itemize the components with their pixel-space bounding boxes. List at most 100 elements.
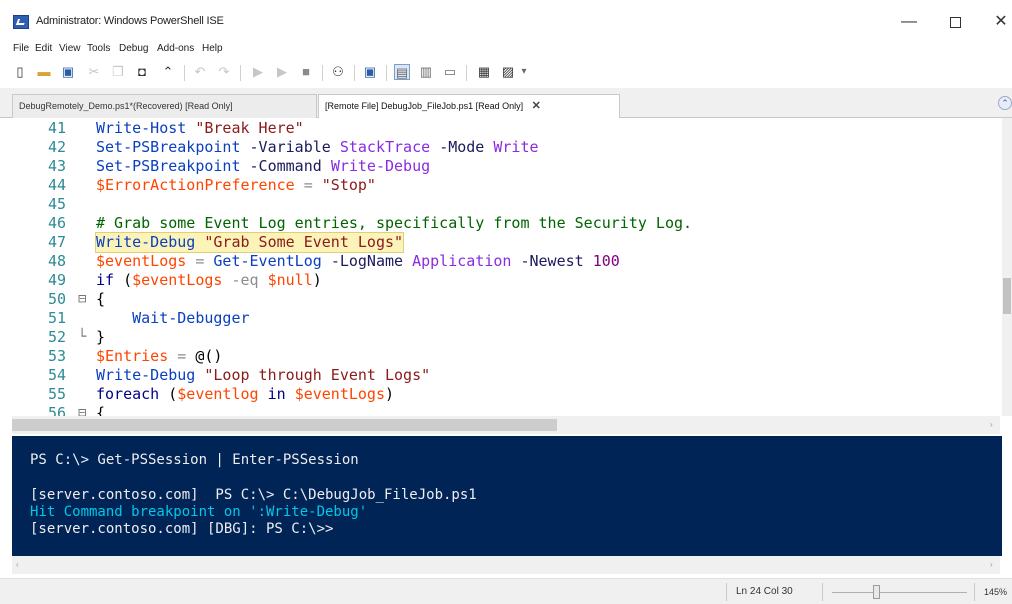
menu-help[interactable]: Help [202, 43, 223, 54]
code-token: # Grab some Event Log entries, specifica… [96, 214, 693, 232]
zoom-slider-thumb[interactable] [873, 585, 880, 599]
code-line[interactable]: 50 ⊟ { [12, 290, 1000, 309]
menu-edit[interactable]: Edit [35, 43, 52, 54]
show-script-pane-icon[interactable]: ⌃ [998, 96, 1012, 110]
console-line: [server.contoso.com] PS C:\> C:\DebugJob… [30, 487, 477, 503]
code-line[interactable]: 55 foreach ($eventlog in $eventLogs) [12, 385, 1000, 404]
status-bar: Ln 24 Col 30 145% [0, 578, 1012, 604]
toolbar-overflow-icon[interactable]: ▾ [516, 64, 532, 80]
remote-powershell-tab-icon[interactable]: ⚇ [330, 64, 346, 80]
code-line[interactable]: 46 # Grab some Event Log entries, specifi… [12, 214, 1000, 233]
code-line[interactable]: 53 $Entries = @() [12, 347, 1000, 366]
code-token: @() [186, 347, 223, 365]
toolbar-separator [322, 65, 323, 81]
console-pane[interactable]: PS C:\> Get-PSSession | Enter-PSSession … [12, 436, 1002, 556]
save-icon[interactable]: ▣ [60, 64, 76, 80]
editor-vertical-scrollbar[interactable] [1002, 118, 1012, 416]
stop-icon[interactable]: ■ [298, 64, 314, 80]
code-line[interactable]: 49 if ($eventLogs -eq $null) [12, 271, 1000, 290]
tab-remote-debugjob[interactable]: [Remote File] DebugJob_FileJob.ps1 [Read… [318, 94, 620, 119]
line-number: 44 [47, 176, 66, 194]
code-line[interactable]: 52 └} [12, 328, 1000, 347]
line-number: 43 [47, 157, 66, 175]
script-editor[interactable]: 41 Write-Host "Break Here" 42 Set-PSBreakpo… [12, 118, 1000, 416]
run-script-icon[interactable]: ▶ [250, 64, 266, 80]
console-horizontal-scrollbar[interactable]: ‹ › [12, 556, 1000, 574]
open-folder-icon[interactable]: ▬ [36, 64, 52, 80]
code-line[interactable]: 56 ⊟ { [12, 404, 1000, 416]
run-selection-icon[interactable]: ▶ [274, 64, 290, 80]
fold-marker-icon[interactable]: ⊟ [78, 404, 90, 416]
code-line[interactable]: 43 Set-PSBreakpoint -Command Write-Debug [12, 157, 1000, 176]
show-script-pane-maximized-icon[interactable]: ▭ [442, 64, 458, 80]
fold-marker-icon[interactable]: ⊟ [78, 290, 90, 309]
code-token: $null [267, 271, 313, 289]
code-line[interactable]: 54 Write-Debug "Loop through Event Logs" [12, 366, 1000, 385]
code-token: { [96, 404, 106, 416]
scroll-right-arrow-icon[interactable]: › [990, 420, 993, 429]
tab-debugremotely-demo[interactable]: DebugRemotely_Demo.ps1*(Recovered) [Read… [12, 94, 317, 118]
toolbar-separator [466, 65, 467, 81]
close-tab-icon[interactable]: ✕ [532, 95, 541, 117]
code-line[interactable]: 42 Set-PSBreakpoint -Variable StackTrace … [12, 138, 1000, 157]
code-line[interactable]: 45 [12, 195, 1000, 214]
code-token: ( [159, 385, 178, 403]
undo-icon[interactable]: ↶ [192, 64, 208, 80]
title-bar: Administrator: Windows PowerShell ISE — … [0, 0, 1012, 40]
code-line[interactable]: 41 Write-Host "Break Here" [12, 119, 1000, 138]
menu-bar: File Edit View Tools Debug Add-ons Help [0, 40, 1012, 58]
code-line[interactable]: 47 Write-Debug "Grab Some Event Logs" [12, 232, 1000, 253]
zoom-slider-track[interactable] [832, 592, 967, 593]
code-line[interactable]: 44 $ErrorActionPreference = "Stop" [12, 176, 1000, 195]
code-text: if ($eventLogs -eq $null) [96, 271, 322, 290]
toolbar-separator [386, 65, 387, 81]
close-button[interactable]: ✕ [978, 8, 1012, 36]
scrollbar-thumb[interactable] [1003, 278, 1011, 314]
code-text: Write-Debug "Loop through Event Logs" [96, 366, 430, 385]
show-command-window-icon[interactable]: ▦ [476, 64, 492, 80]
cut-icon[interactable]: ✂ [86, 64, 102, 80]
maximize-button[interactable] [932, 8, 978, 36]
show-command-addon-icon[interactable]: ▨ [500, 64, 516, 80]
code-token: Write [493, 138, 539, 156]
code-text: Write-Host "Break Here" [96, 119, 304, 138]
code-text: { [96, 404, 105, 416]
scroll-right-arrow-icon[interactable]: › [990, 560, 993, 569]
start-powershell-icon[interactable]: ▣ [362, 64, 378, 80]
copy-icon[interactable]: ❐ [110, 64, 126, 80]
code-token: 100 [592, 252, 620, 270]
line-number: 48 [47, 252, 66, 270]
menu-file[interactable]: File [13, 43, 29, 54]
show-script-pane-right-icon[interactable]: ▥ [418, 64, 434, 80]
menu-tools[interactable]: Tools [87, 43, 110, 54]
code-token: Set-PSBreakpoint [96, 138, 241, 156]
paste-icon[interactable]: ◘ [134, 64, 150, 80]
code-text: # Grab some Event Log entries, specifica… [96, 214, 692, 233]
code-token: $eventLogs [96, 252, 187, 270]
redo-icon[interactable]: ↷ [216, 64, 232, 80]
show-script-pane-top-icon[interactable]: ▤ [394, 64, 410, 80]
code-line[interactable]: 51 Wait-Debugger [12, 309, 1000, 328]
fold-marker-icon[interactable]: └ [78, 328, 90, 347]
code-token: "Grab Some Event Logs" [204, 233, 404, 251]
menu-view[interactable]: View [59, 43, 81, 54]
clear-console-icon[interactable]: ⌃ [160, 64, 176, 80]
minimize-button[interactable]: — [886, 8, 932, 36]
code-token: $Entries [96, 347, 169, 365]
menu-add-ons[interactable]: Add-ons [157, 43, 194, 54]
scrollbar-thumb[interactable] [12, 419, 557, 431]
new-file-icon[interactable]: ▯ [12, 64, 28, 80]
editor-horizontal-scrollbar[interactable]: › [12, 416, 1000, 434]
menu-debug[interactable]: Debug [119, 43, 148, 54]
scroll-left-arrow-icon[interactable]: ‹ [16, 560, 19, 569]
code-line[interactable]: 48 $eventLogs = Get-EventLog -LogName App… [12, 252, 1000, 271]
